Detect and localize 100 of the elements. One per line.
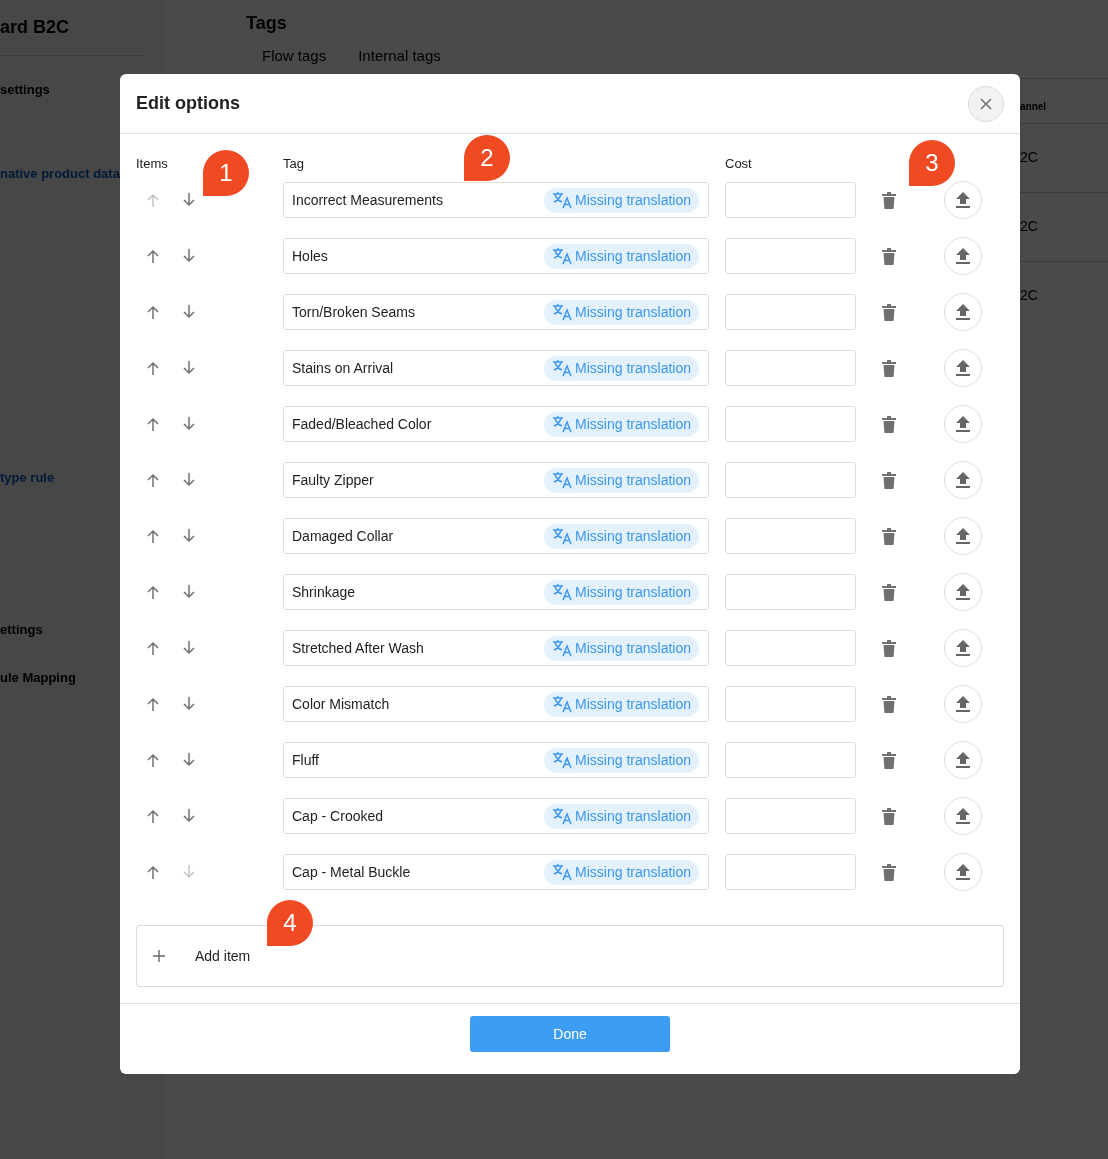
tag-value: Faded/Bleached Color xyxy=(292,414,432,434)
translate-icon xyxy=(552,191,573,209)
move-down-button[interactable] xyxy=(182,809,196,823)
move-up-button[interactable] xyxy=(146,473,160,487)
cost-field[interactable] xyxy=(725,462,856,498)
tag-field[interactable]: Fluff Missing translation xyxy=(283,742,709,778)
move-down-button[interactable] xyxy=(182,193,196,207)
move-down-button[interactable] xyxy=(182,753,196,767)
column-header: Tag xyxy=(283,156,304,171)
cost-field[interactable] xyxy=(725,574,856,610)
tag-value: Incorrect Measurements xyxy=(292,190,443,210)
move-up-button[interactable] xyxy=(146,249,160,263)
tag-value: Holes xyxy=(292,246,328,266)
tag-value: Faulty Zipper xyxy=(292,470,374,490)
table-header: annel xyxy=(1020,99,1047,114)
move-up-button[interactable] xyxy=(146,641,160,655)
tag-value: Shrinkage xyxy=(292,582,356,602)
tag-field[interactable]: Holes Missing translation xyxy=(283,238,709,274)
tag-field[interactable]: Damaged Collar Missing translation xyxy=(283,518,709,554)
delete-button[interactable] xyxy=(882,583,896,601)
cost-field[interactable] xyxy=(725,630,856,666)
translate-icon xyxy=(552,303,573,321)
translate-icon xyxy=(552,527,573,545)
cost-field[interactable] xyxy=(725,854,856,890)
tag-field[interactable]: Faulty Zipper Missing translation xyxy=(283,462,709,498)
badge-label: Missing translation xyxy=(575,414,691,434)
upload-icon xyxy=(956,864,970,880)
badge-label: Missing translation xyxy=(575,190,691,210)
move-up-button[interactable] xyxy=(146,697,160,711)
cost-field[interactable] xyxy=(725,294,856,330)
move-down-button[interactable] xyxy=(182,361,196,375)
delete-button[interactable] xyxy=(882,303,896,321)
delete-button[interactable] xyxy=(882,751,896,769)
delete-button[interactable] xyxy=(882,191,896,209)
badge-label: Missing translation xyxy=(575,694,691,714)
badge-label: Missing translation xyxy=(575,582,691,602)
move-down-button[interactable] xyxy=(182,473,196,487)
move-up-button[interactable] xyxy=(146,809,160,823)
translate-icon xyxy=(552,639,573,657)
cost-field[interactable] xyxy=(725,238,856,274)
tag-value: Color Mismatch xyxy=(292,694,390,714)
cost-field[interactable] xyxy=(725,686,856,722)
move-down-button[interactable] xyxy=(182,529,196,543)
tag-value: Cap - Metal Buckle xyxy=(292,862,411,882)
move-down-button[interactable] xyxy=(182,697,196,711)
table-cell-text: 2C xyxy=(1020,286,1038,305)
trash-icon xyxy=(882,639,896,657)
move-up-button[interactable] xyxy=(146,361,160,375)
upload-icon xyxy=(956,696,970,712)
badge-label: Missing translation xyxy=(575,806,691,826)
tag-field[interactable]: Faded/Bleached Color Missing translation xyxy=(283,406,709,442)
delete-button[interactable] xyxy=(882,639,896,657)
cost-field[interactable] xyxy=(725,742,856,778)
move-down-button[interactable] xyxy=(182,249,196,263)
delete-button[interactable] xyxy=(882,527,896,545)
tag-field[interactable]: Stains on Arrival Missing translation xyxy=(283,350,709,386)
move-down-button[interactable] xyxy=(182,585,196,599)
move-up-button[interactable] xyxy=(146,753,160,767)
move-up-button[interactable] xyxy=(146,305,160,319)
move-up-button[interactable] xyxy=(146,865,160,879)
column-header: Cost xyxy=(725,156,752,171)
cost-field[interactable] xyxy=(725,350,856,386)
delete-button[interactable] xyxy=(882,415,896,433)
delete-button[interactable] xyxy=(882,695,896,713)
trash-icon xyxy=(882,527,896,545)
translate-icon xyxy=(552,863,573,881)
delete-button[interactable] xyxy=(882,247,896,265)
page-title: Tags xyxy=(246,12,287,34)
app-title: ard B2C xyxy=(0,16,70,39)
trash-icon xyxy=(882,247,896,265)
upload-icon xyxy=(956,416,970,432)
cost-field[interactable] xyxy=(725,182,856,218)
tag-field[interactable]: Cap - Metal Buckle Missing translation xyxy=(283,854,709,890)
tag-field[interactable]: Torn/Broken Seams Missing translation xyxy=(283,294,709,330)
cost-field[interactable] xyxy=(725,798,856,834)
delete-button[interactable] xyxy=(882,863,896,881)
move-up-button[interactable] xyxy=(146,529,160,543)
tag-field[interactable]: Incorrect Measurements Missing translation xyxy=(283,182,709,218)
move-up-button[interactable] xyxy=(146,417,160,431)
tag-value: Stretched After Wash xyxy=(292,638,424,658)
tag-field[interactable]: Cap - Crooked Missing translation xyxy=(283,798,709,834)
cost-field[interactable] xyxy=(725,406,856,442)
delete-button[interactable] xyxy=(882,807,896,825)
move-down-button[interactable] xyxy=(182,641,196,655)
dialog-title: Edit options xyxy=(136,92,240,115)
tag-field[interactable]: Color Mismatch Missing translation xyxy=(283,686,709,722)
move-down-button[interactable] xyxy=(182,417,196,431)
translate-icon xyxy=(552,247,573,265)
delete-button[interactable] xyxy=(882,359,896,377)
tag-value: Torn/Broken Seams xyxy=(292,302,415,322)
close-icon xyxy=(980,97,992,110)
trash-icon xyxy=(882,583,896,601)
badge-label: Missing translation xyxy=(575,638,691,658)
translate-icon xyxy=(552,807,573,825)
cost-field[interactable] xyxy=(725,518,856,554)
delete-button[interactable] xyxy=(882,471,896,489)
tag-field[interactable]: Shrinkage Missing translation xyxy=(283,574,709,610)
move-down-button[interactable] xyxy=(182,305,196,319)
tag-field[interactable]: Stretched After Wash Missing translation xyxy=(283,630,709,666)
move-up-button[interactable] xyxy=(146,585,160,599)
